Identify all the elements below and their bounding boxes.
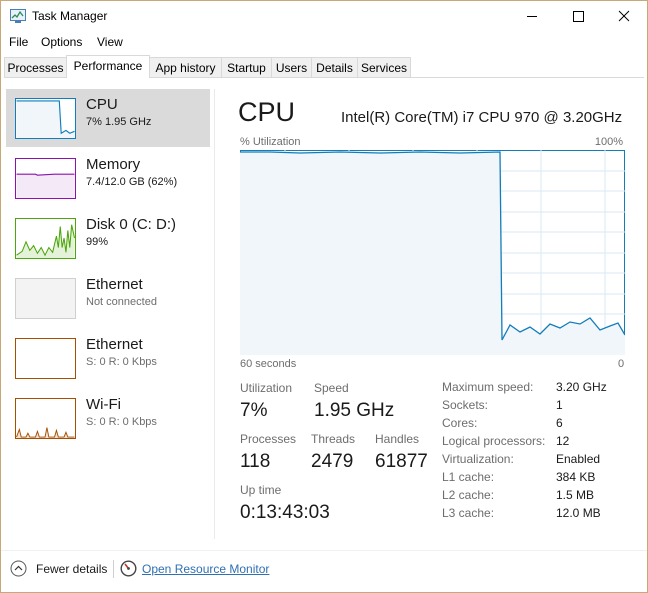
spec-label: L3 cache:	[442, 506, 495, 520]
sidebar-item-subtitle: 7.4/12.0 GB (62%)	[86, 176, 178, 188]
sidebar-divider	[214, 89, 215, 539]
tab-users[interactable]: Users	[271, 57, 312, 77]
sidebar-item-ethernet-1[interactable]: Ethernet Not connected	[6, 269, 210, 327]
sidebar-item-cpu[interactable]: CPU 7% 1.95 GHz	[6, 89, 210, 147]
utilization-value: 7%	[240, 400, 268, 421]
sidebar-item-disk[interactable]: Disk 0 (C: D:) 99%	[6, 209, 210, 267]
tab-processes[interactable]: Processes	[4, 57, 67, 77]
menu-options[interactable]: Options	[41, 35, 82, 49]
memory-thumbnail-graph	[15, 158, 76, 199]
spec-value: 3.20 GHz	[556, 380, 607, 394]
minimize-icon	[527, 16, 537, 17]
sidebar-item-subtitle: 99%	[86, 236, 109, 248]
spec-value: 1.5 MB	[556, 488, 595, 502]
processes-label: Processes	[240, 432, 297, 446]
spec-label: Virtualization:	[442, 452, 514, 466]
spec-label: Sockets:	[442, 398, 489, 412]
task-manager-icon	[10, 9, 26, 23]
tab-performance[interactable]: Performance	[66, 55, 150, 78]
spec-value: 12.0 MB	[556, 506, 601, 520]
task-manager-window: Task Manager File Options View Processes…	[0, 0, 648, 593]
sidebar-item-subtitle: Not connected	[86, 296, 157, 308]
sidebar-item-subtitle: 7% 1.95 GHz	[86, 116, 152, 128]
sidebar-item-wifi[interactable]: Wi-Fi S: 0 R: 0 Kbps	[6, 389, 210, 447]
tab-startup[interactable]: Startup	[221, 57, 272, 77]
sidebar-item-title: Ethernet	[86, 336, 143, 353]
disk-thumbnail-graph	[15, 218, 76, 259]
spec-label: L1 cache:	[442, 470, 495, 484]
menu-view[interactable]: View	[97, 35, 123, 49]
handles-label: Handles	[375, 432, 420, 446]
utilization-label: Utilization	[240, 381, 293, 395]
sidebar-item-ethernet-2[interactable]: Ethernet S: 0 R: 0 Kbps	[6, 329, 210, 387]
tab-services[interactable]: Services	[357, 57, 411, 77]
threads-value: 2479	[311, 451, 354, 472]
tab-details[interactable]: Details	[311, 57, 358, 77]
graph-max-label: 100%	[594, 136, 623, 148]
handles-value: 61877	[375, 451, 428, 472]
tab-strip: Processes Performance App history Startu…	[4, 55, 644, 78]
spec-value: 6	[556, 416, 563, 430]
spec-label: Maximum speed:	[442, 380, 534, 394]
fewer-details-button[interactable]: Fewer details	[36, 562, 107, 576]
close-button[interactable]	[601, 1, 647, 31]
spec-label: Logical processors:	[442, 434, 546, 448]
minimize-button[interactable]	[509, 1, 555, 31]
sidebar-item-subtitle: S: 0 R: 0 Kbps	[86, 416, 157, 428]
spec-value: 384 KB	[556, 470, 596, 484]
spec-value: 1	[556, 398, 563, 412]
page-title: CPU	[238, 97, 296, 127]
threads-label: Threads	[311, 432, 356, 446]
spec-label: L2 cache:	[442, 488, 495, 502]
ethernet-thumbnail-graph	[15, 278, 76, 319]
spec-label: Cores:	[442, 416, 478, 430]
sidebar-item-title: Memory	[86, 156, 141, 173]
maximize-button[interactable]	[555, 1, 601, 31]
sidebar-item-title: Ethernet	[86, 276, 143, 293]
graph-y-label: % Utilization	[240, 136, 301, 148]
sidebar-item-title: CPU	[86, 96, 118, 113]
title-bar[interactable]: Task Manager	[1, 1, 647, 31]
sidebar-item-subtitle: S: 0 R: 0 Kbps	[86, 356, 157, 368]
chevron-up-circle-icon[interactable]	[10, 560, 27, 577]
open-resource-monitor-link[interactable]: Open Resource Monitor	[142, 562, 269, 576]
tab-app-history[interactable]: App history	[149, 57, 222, 77]
speed-label: Speed	[314, 381, 349, 395]
spec-value: Enabled	[556, 452, 601, 466]
resource-monitor-icon	[120, 560, 137, 577]
sidebar-item-title: Wi-Fi	[86, 396, 121, 413]
graph-x-axis-end: 0	[618, 358, 625, 370]
cpu-model-name: Intel(R) Core(TM) i7 CPU 970 @ 3.20GHz	[341, 109, 623, 126]
sidebar-item-title: Disk 0 (C: D:)	[86, 216, 176, 233]
cpu-thumbnail-graph	[15, 98, 76, 139]
close-icon	[618, 10, 630, 22]
ethernet-thumbnail-graph	[15, 338, 76, 379]
uptime-label: Up time	[240, 483, 282, 497]
maximize-icon	[573, 11, 584, 22]
spec-value: 12	[556, 434, 570, 448]
cpu-utilization-graph	[240, 150, 625, 355]
processes-value: 118	[240, 451, 271, 472]
speed-value: 1.95 GHz	[314, 400, 395, 421]
graph-x-axis-start: 60 seconds	[240, 358, 297, 370]
menu-file[interactable]: File	[9, 35, 28, 49]
footer-divider	[1, 550, 647, 551]
uptime-value: 0:13:43:03	[240, 502, 330, 523]
window-title: Task Manager	[32, 9, 108, 23]
wifi-thumbnail-graph	[15, 398, 76, 439]
sidebar-item-memory[interactable]: Memory 7.4/12.0 GB (62%)	[6, 149, 210, 207]
footer-separator	[113, 560, 114, 578]
